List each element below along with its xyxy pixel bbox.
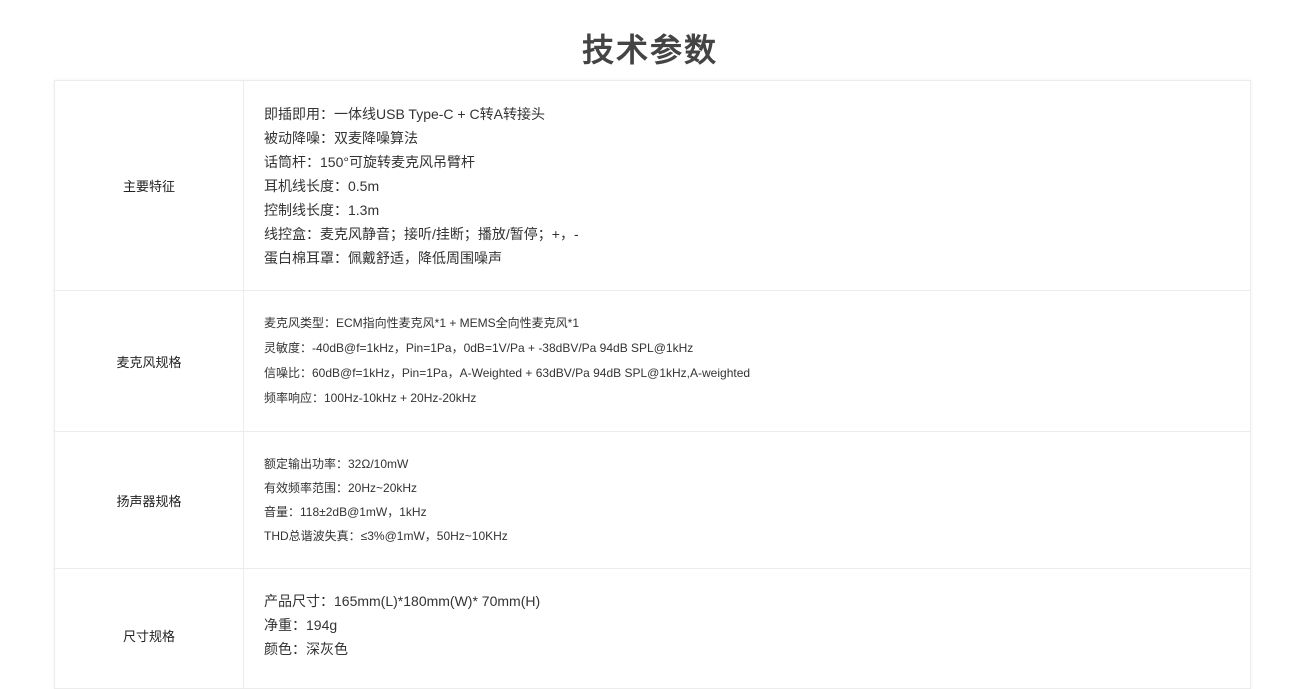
spec-line: 音量：118±2dB@1mW，1kHz	[264, 505, 427, 519]
page-title: 技术参数	[581, 31, 718, 70]
spec-label: 麦克风规格	[55, 291, 244, 431]
spec-line: 被动降噪：双麦降噪算法	[264, 129, 418, 146]
spec-row-speaker: 扬声器规格 额定输出功率：32Ω/10mW 有效频率范围：20Hz~20kHz …	[55, 432, 1250, 569]
spec-values: 即插即用：一体线USB Type-C + C转A转接头 被动降噪：双麦降噪算法 …	[244, 81, 1250, 290]
spec-line: 频率响应：100Hz-10kHz + 20Hz-20kHz	[264, 391, 477, 405]
spec-row-main-features: 主要特征 即插即用：一体线USB Type-C + C转A转接头 被动降噪：双麦…	[55, 81, 1250, 291]
spec-line: 即插即用：一体线USB Type-C + C转A转接头	[264, 105, 545, 122]
spec-table: 主要特征 即插即用：一体线USB Type-C + C转A转接头 被动降噪：双麦…	[54, 80, 1251, 689]
spec-row-microphone: 麦克风规格 麦克风类型：ECM指向性麦克风*1 + MEMS全向性麦克风*1 灵…	[55, 291, 1250, 432]
spec-line: 蛋白棉耳罩：佩戴舒适，降低周围噪声	[264, 249, 502, 266]
spec-line: 麦克风类型：ECM指向性麦克风*1 + MEMS全向性麦克风*1	[264, 316, 580, 330]
spec-label: 扬声器规格	[55, 432, 244, 568]
spec-line: THD总谐波失真：≤3%@1mW，50Hz~10KHz	[264, 529, 508, 543]
spec-line: 颜色：深灰色	[264, 641, 348, 657]
spec-line: 话筒杆：150°可旋转麦克风吊臂杆	[264, 153, 475, 170]
spec-line: 有效频率范围：20Hz~20kHz	[264, 481, 418, 495]
spec-values: 麦克风类型：ECM指向性麦克风*1 + MEMS全向性麦克风*1 灵敏度：-40…	[244, 291, 1250, 431]
spec-values: 产品尺寸：165mm(L)*180mm(W)* 70mm(H) 净重：194g …	[244, 569, 1250, 688]
spec-values: 额定输出功率：32Ω/10mW 有效频率范围：20Hz~20kHz 音量：118…	[244, 432, 1250, 568]
spec-line: 净重：194g	[264, 617, 338, 633]
spec-line: 灵敏度：-40dB@f=1kHz，Pin=1Pa，0dB=1V/Pa + -38…	[264, 341, 694, 355]
spec-label: 尺寸规格	[55, 569, 244, 688]
spec-row-dimensions: 尺寸规格 产品尺寸：165mm(L)*180mm(W)* 70mm(H) 净重：…	[55, 569, 1250, 689]
spec-line: 额定输出功率：32Ω/10mW	[264, 457, 409, 471]
spec-line: 产品尺寸：165mm(L)*180mm(W)* 70mm(H)	[264, 593, 541, 609]
spec-label: 主要特征	[55, 81, 244, 290]
spec-line: 耳机线长度：0.5m	[264, 177, 380, 194]
spec-line: 信噪比：60dB@f=1kHz，Pin=1Pa，A-Weighted + 63d…	[264, 366, 751, 380]
spec-line: 线控盒：麦克风静音；接听/挂断；播放/暂停；+，-	[264, 225, 579, 242]
spec-line: 控制线长度：1.3m	[264, 201, 380, 218]
